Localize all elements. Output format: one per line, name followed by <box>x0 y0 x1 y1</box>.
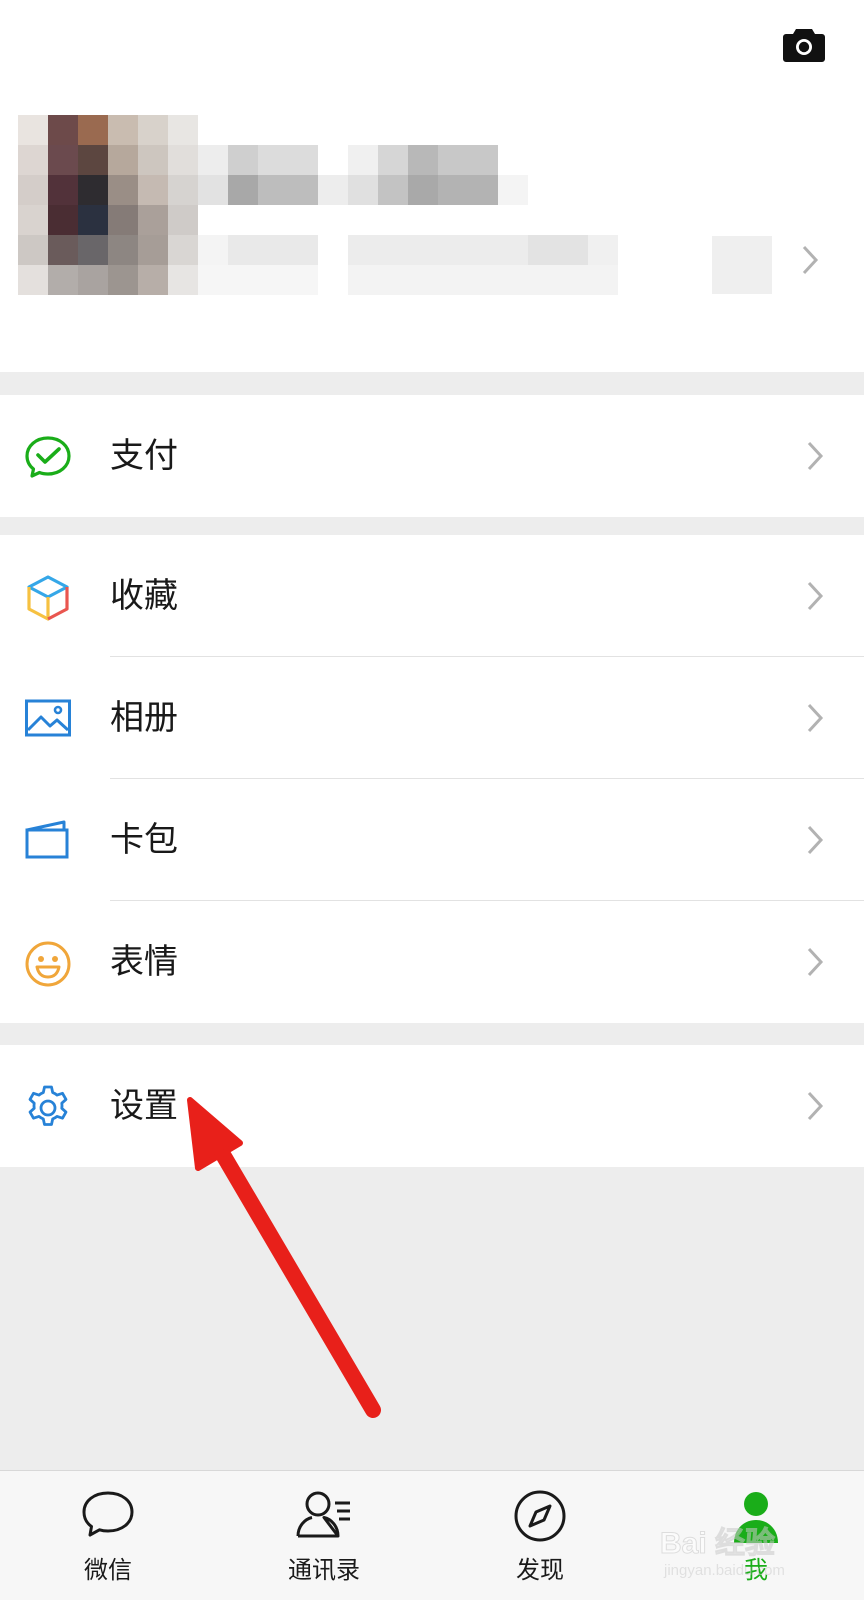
card-wallet-icon <box>24 818 72 864</box>
menu-item-settings[interactable]: 设置 <box>0 1045 864 1167</box>
chevron-right-icon <box>806 824 824 856</box>
menu-item-label: 表情 <box>110 942 178 982</box>
menu-item-pay[interactable]: 支付 <box>0 395 864 517</box>
chevron-right-icon <box>806 702 824 734</box>
tab-label: 微信 <box>84 1556 132 1584</box>
menu-item-label: 收藏 <box>110 576 178 616</box>
tab-chats[interactable]: 微信 <box>0 1471 216 1600</box>
tab-contacts[interactable]: 通讯录 <box>216 1471 432 1600</box>
me-person-icon <box>728 1489 784 1549</box>
gear-icon <box>24 1084 72 1130</box>
menu-item-cards[interactable]: 卡包 <box>0 779 864 901</box>
wechat-pay-icon <box>24 434 72 480</box>
chevron-right-icon <box>806 1090 824 1122</box>
menu-item-album[interactable]: 相册 <box>0 657 864 779</box>
menu-group-pay: 支付 <box>0 395 864 517</box>
smiley-icon <box>24 940 72 987</box>
menu-item-label: 相册 <box>110 698 178 738</box>
chevron-right-icon <box>806 580 824 612</box>
menu-group-settings: 设置 <box>0 1045 864 1167</box>
menu-item-label: 设置 <box>110 1086 178 1126</box>
tab-discover[interactable]: 发现 <box>432 1471 648 1600</box>
menu-item-label: 支付 <box>110 436 178 476</box>
chevron-right-icon <box>806 946 824 978</box>
tab-label: 发现 <box>516 1556 564 1584</box>
profile-header <box>0 0 864 372</box>
menu-item-stickers[interactable]: 表情 <box>0 901 864 1023</box>
menu-group-main: 收藏 相册 卡包 表情 <box>0 535 864 1023</box>
chevron-right-icon <box>800 244 820 276</box>
chevron-right-icon <box>806 440 824 472</box>
album-image-icon <box>24 696 72 742</box>
favorites-cube-icon <box>24 574 72 621</box>
menu-item-favorites[interactable]: 收藏 <box>0 535 864 657</box>
camera-icon[interactable] <box>782 26 826 64</box>
tab-label: 通讯录 <box>288 1556 360 1584</box>
chat-bubble-icon <box>80 1489 136 1543</box>
tab-label: 我 <box>744 1556 768 1584</box>
bottom-tab-bar: 微信 通讯录 发现 我 <box>0 1470 864 1600</box>
menu-item-label: 卡包 <box>110 820 178 860</box>
tab-me[interactable]: 我 <box>648 1471 864 1600</box>
contacts-icon <box>294 1489 354 1545</box>
avatar[interactable] <box>18 115 198 295</box>
compass-icon <box>513 1489 567 1547</box>
